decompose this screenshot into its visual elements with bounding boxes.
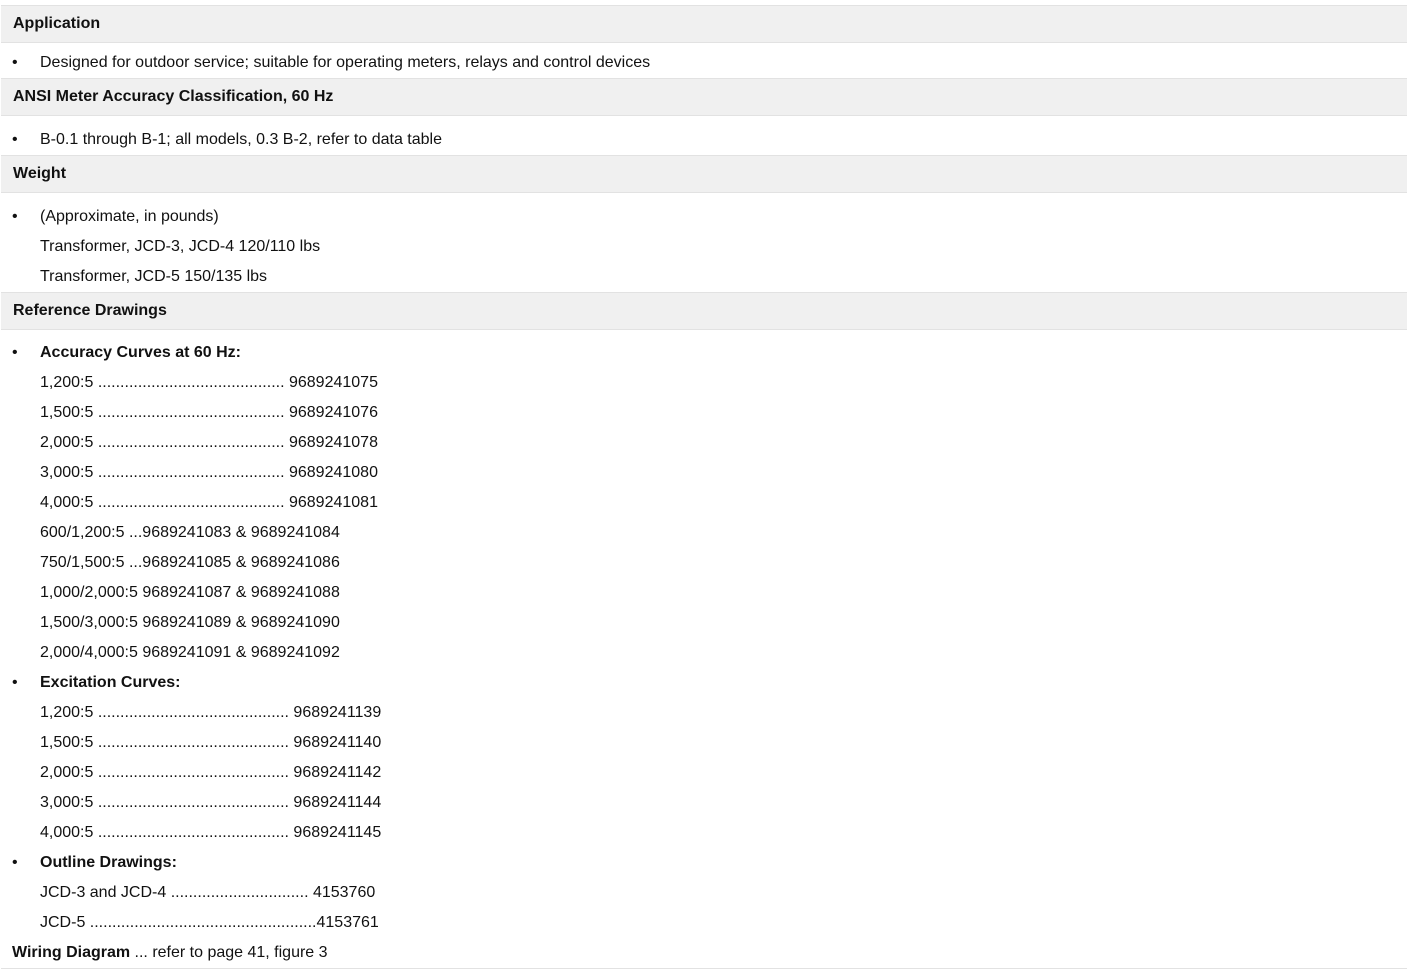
- drawing-line: 4,000:5 ................................…: [40, 824, 382, 841]
- weight-line: Transformer, JCD-5 150/135 lbs: [40, 268, 268, 285]
- application-text: Designed for outdoor service; suitable f…: [40, 54, 651, 71]
- section-title: Application: [13, 15, 101, 32]
- drawing-line: 1,200:5 ................................…: [40, 704, 382, 721]
- bullet-icon: •: [12, 208, 18, 225]
- section-title: Weight: [13, 165, 67, 182]
- drawing-line: 4,000:5 ................................…: [40, 494, 378, 511]
- bullet-icon: •: [12, 674, 18, 691]
- drawing-line: 1,000/2,000:5 9689241087 & 9689241088: [40, 584, 340, 601]
- section-header-accuracy: ANSI Meter Accuracy Classification, 60 H…: [1, 78, 1407, 116]
- accuracy-curves-label: Accuracy Curves at 60 Hz:: [40, 344, 241, 361]
- drawing-line: 3,000:5 ................................…: [40, 464, 378, 481]
- drawing-line: JCD-3 and JCD-4 ........................…: [40, 884, 376, 901]
- bullet-icon: •: [12, 854, 18, 871]
- excitation-curves-label: Excitation Curves:: [40, 674, 181, 691]
- section-title: ANSI Meter Accuracy Classification, 60 H…: [13, 88, 334, 105]
- wiring-diagram-label: Wiring Diagram: [12, 944, 131, 961]
- drawing-line: 3,000:5 ................................…: [40, 794, 382, 811]
- section-header-reference: Reference Drawings: [1, 292, 1407, 330]
- bottom-divider: [1, 968, 1407, 969]
- weight-line: Transformer, JCD-3, JCD-4 120/110 lbs: [40, 238, 321, 255]
- weight-note: (Approximate, in pounds): [40, 208, 219, 225]
- drawing-line: 2,000:5 ................................…: [40, 764, 382, 781]
- section-header-application: Application: [1, 5, 1407, 43]
- drawing-line: 1,200:5 ................................…: [40, 374, 378, 391]
- bullet-icon: •: [12, 344, 18, 361]
- bullet-icon: •: [12, 54, 18, 71]
- outline-drawings-label: Outline Drawings:: [40, 854, 177, 871]
- drawing-line: 1,500/3,000:5 9689241089 & 9689241090: [40, 614, 340, 631]
- section-header-weight: Weight: [1, 155, 1407, 193]
- drawing-line: JCD-5 ..................................…: [40, 914, 379, 931]
- wiring-diagram-text: ... refer to page 41, figure 3: [130, 944, 328, 961]
- drawing-line: 2,000:5 ................................…: [40, 434, 378, 451]
- drawing-line: 1,500:5 ................................…: [40, 404, 378, 421]
- wiring-diagram-line: Wiring Diagram ... refer to page 41, fig…: [12, 938, 328, 968]
- drawing-line: 2,000/4,000:5 9689241091 & 9689241092: [40, 644, 340, 661]
- drawing-line: 750/1,500:5 ...9689241085 & 9689241086: [40, 554, 340, 571]
- drawing-line: 600/1,200:5 ...9689241083 & 9689241084: [40, 524, 340, 541]
- bullet-icon: •: [12, 131, 18, 148]
- drawing-line: 1,500:5 ................................…: [40, 734, 382, 751]
- section-title: Reference Drawings: [13, 302, 167, 319]
- specifications-sheet: Application • Designed for outdoor servi…: [0, 0, 1408, 973]
- accuracy-text: B-0.1 through B-1; all models, 0.3 B-2, …: [40, 131, 442, 148]
